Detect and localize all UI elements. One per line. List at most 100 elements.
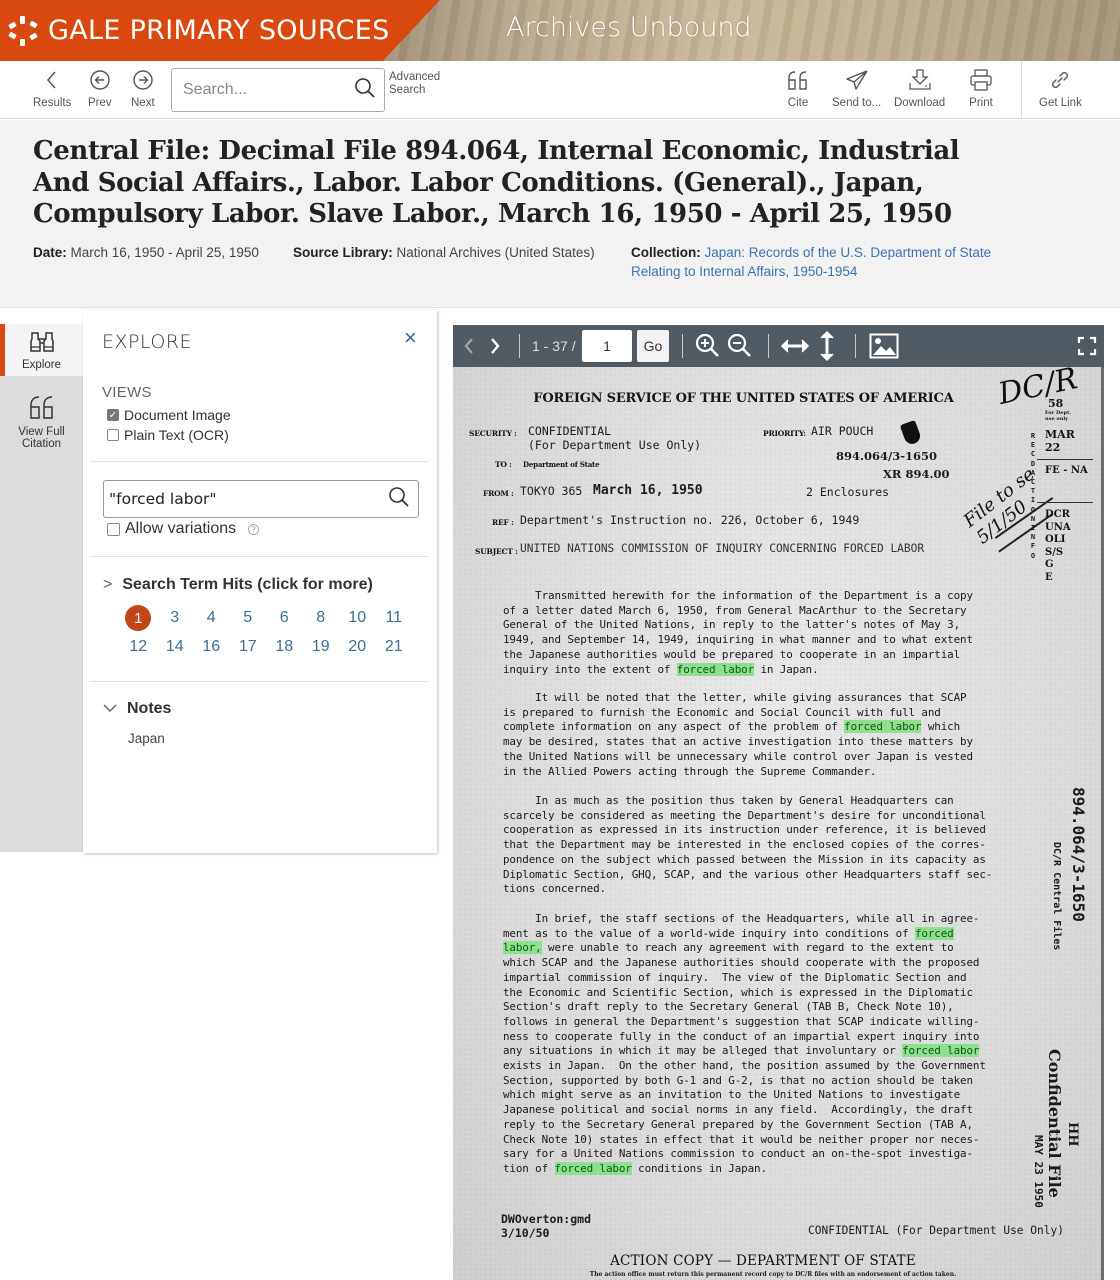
source-meta: Source Library: National Archives (Unite… [293, 243, 595, 262]
checkbox-checked-icon[interactable]: ✓ [107, 409, 119, 421]
stamp-58: 58 [1048, 397, 1064, 410]
hit-page-4[interactable]: 4 [193, 607, 230, 629]
document-page-image[interactable]: DC/R FOREIGN SERVICE OF THE UNITED STATE… [453, 367, 1104, 1280]
hit-page-10[interactable]: 10 [339, 607, 376, 629]
security-label: SECURITY : [469, 429, 517, 438]
collection-link[interactable]: Japan: Records of the U.S. Department of… [705, 245, 992, 260]
collection-link-line2[interactable]: Relating to Internal Affairs, 1950-1954 [631, 264, 857, 279]
rail-tab-view-full-citation[interactable]: View Full Citation [0, 394, 83, 450]
hit-page-6[interactable]: 6 [266, 607, 303, 629]
security-value-line1: CONFIDENTIAL [528, 424, 612, 438]
send-to-button[interactable]: Send to... [832, 67, 881, 109]
hit-page-3[interactable]: 3 [157, 607, 194, 629]
document-header: Central File: Decimal File 894.064, Inte… [0, 120, 1120, 308]
action-copy-title: ACTION COPY — DEPARTMENT OF STATE [610, 1253, 916, 1269]
zoom-out-button[interactable] [726, 325, 754, 367]
explore-title: EXPLORE [102, 331, 193, 353]
prev-button[interactable]: Prev [88, 67, 112, 109]
product-name[interactable]: Archives Unbound [506, 12, 752, 43]
hit-page-8[interactable]: 8 [303, 607, 340, 629]
link-icon [1048, 67, 1072, 93]
get-link-button[interactable]: Get Link [1039, 67, 1082, 109]
divider [91, 681, 428, 682]
explore-panel: EXPLORE × VIEWS ✓ Document Image Plain T… [83, 310, 437, 853]
hit-page-16[interactable]: 16 [193, 636, 230, 658]
vertical-confidential-file: Confidential File [1045, 1049, 1064, 1198]
hit-page-number: 1 [125, 605, 152, 631]
vertical-date-stamp: MAY 23 1950 [1032, 1135, 1045, 1208]
view-option-plain-text[interactable]: Plain Text (OCR) [107, 427, 229, 443]
hit-page-12[interactable]: 12 [120, 636, 157, 658]
results-label: Results [33, 97, 72, 109]
divider [91, 461, 428, 462]
image-options-button[interactable] [867, 325, 901, 367]
fullscreen-button[interactable] [1075, 325, 1099, 367]
allow-variations-option[interactable]: Allow variations ? [107, 520, 260, 538]
hit-page-17[interactable]: 17 [230, 636, 267, 658]
gale-brand[interactable]: GALE PRIMARY SOURCES [0, 0, 440, 61]
rail-tab-explore[interactable]: Explore [0, 324, 83, 376]
fit-height-button[interactable] [817, 325, 837, 367]
hit-page-20[interactable]: 20 [339, 636, 376, 658]
search-box [171, 68, 385, 112]
next-button[interactable]: Next [131, 67, 155, 109]
search-hit-highlight[interactable]: forced labor [554, 1161, 632, 1175]
action-copy-note: The action office must return this perma… [589, 1271, 957, 1278]
date-meta: Date: March 16, 1950 - April 25, 1950 [33, 243, 259, 262]
source-value: National Archives (United States) [396, 245, 595, 260]
search-term-hits-toggle[interactable]: > Search Term Hits (click for more) [103, 576, 373, 594]
viewer-toolbar: 1 - 37 / Go [453, 325, 1104, 367]
zoom-in-button[interactable] [694, 325, 722, 367]
help-icon[interactable]: ? [248, 523, 260, 535]
search-hit-highlight[interactable]: labor, [503, 941, 542, 955]
from-date: March 16, 1950 [593, 483, 703, 498]
search-hit-highlight[interactable]: forced labor [676, 662, 754, 676]
gale-logo-icon [6, 14, 40, 48]
view-option-document-image[interactable]: ✓ Document Image [107, 407, 231, 423]
vertical-dcr-files: DC/R Central Files [1051, 842, 1062, 951]
hit-page-5[interactable]: 5 [230, 607, 267, 629]
cite-button[interactable]: Cite [786, 67, 810, 109]
checkbox-icon[interactable] [107, 522, 120, 536]
advanced-search-link[interactable]: Advanced Search [389, 71, 440, 97]
next-page-button[interactable] [485, 325, 505, 367]
hit-page-21[interactable]: 21 [376, 636, 413, 658]
search-hit-highlight[interactable]: forced labor [844, 720, 922, 734]
file-number: 894.064/3-1650 [836, 449, 937, 463]
vertical-file-number: 894.064/3-1650 [1069, 787, 1088, 922]
go-button[interactable]: Go [637, 330, 669, 362]
search-hit-highlight[interactable]: forced labor [902, 1044, 979, 1058]
results-button[interactable]: Results [33, 67, 71, 109]
hit-page-number: 19 [311, 638, 330, 655]
hit-page-14[interactable]: 14 [157, 636, 194, 658]
hit-page-11[interactable]: 11 [376, 607, 413, 629]
view-option-label: Plain Text (OCR) [124, 427, 229, 443]
fit-width-button[interactable] [779, 325, 811, 367]
zoom-in-icon [695, 333, 719, 357]
stamp-month: MAR [1045, 428, 1075, 441]
hit-page-1[interactable]: 1 [120, 605, 157, 631]
get-link-label: Get Link [1039, 97, 1082, 109]
search-icon[interactable] [388, 486, 410, 513]
search-icon[interactable] [354, 77, 376, 104]
checkbox-icon[interactable] [107, 429, 119, 441]
ink-blot [899, 419, 923, 447]
hit-page-18[interactable]: 18 [266, 636, 303, 658]
search-input[interactable] [183, 81, 354, 99]
fit-height-icon [820, 330, 834, 362]
notes-toggle[interactable]: Notes [103, 700, 171, 718]
close-icon[interactable]: × [404, 327, 417, 349]
previous-page-button[interactable] [459, 325, 479, 367]
site-banner: GALE PRIMARY SOURCES Archives Unbound [0, 0, 1120, 61]
notes-heading: Notes [127, 700, 172, 717]
download-button[interactable]: Download [894, 67, 945, 109]
hit-page-number: 14 [165, 638, 184, 655]
hit-page-number: 4 [206, 609, 216, 626]
page-number-input[interactable] [582, 330, 632, 362]
hit-page-19[interactable]: 19 [303, 636, 340, 658]
search-term-input[interactable] [109, 490, 388, 508]
hit-page-number: 16 [202, 638, 221, 655]
print-button[interactable]: Print [969, 67, 993, 109]
search-hit-highlight[interactable]: forced [914, 926, 954, 940]
chevron-right-icon: > [103, 576, 113, 593]
